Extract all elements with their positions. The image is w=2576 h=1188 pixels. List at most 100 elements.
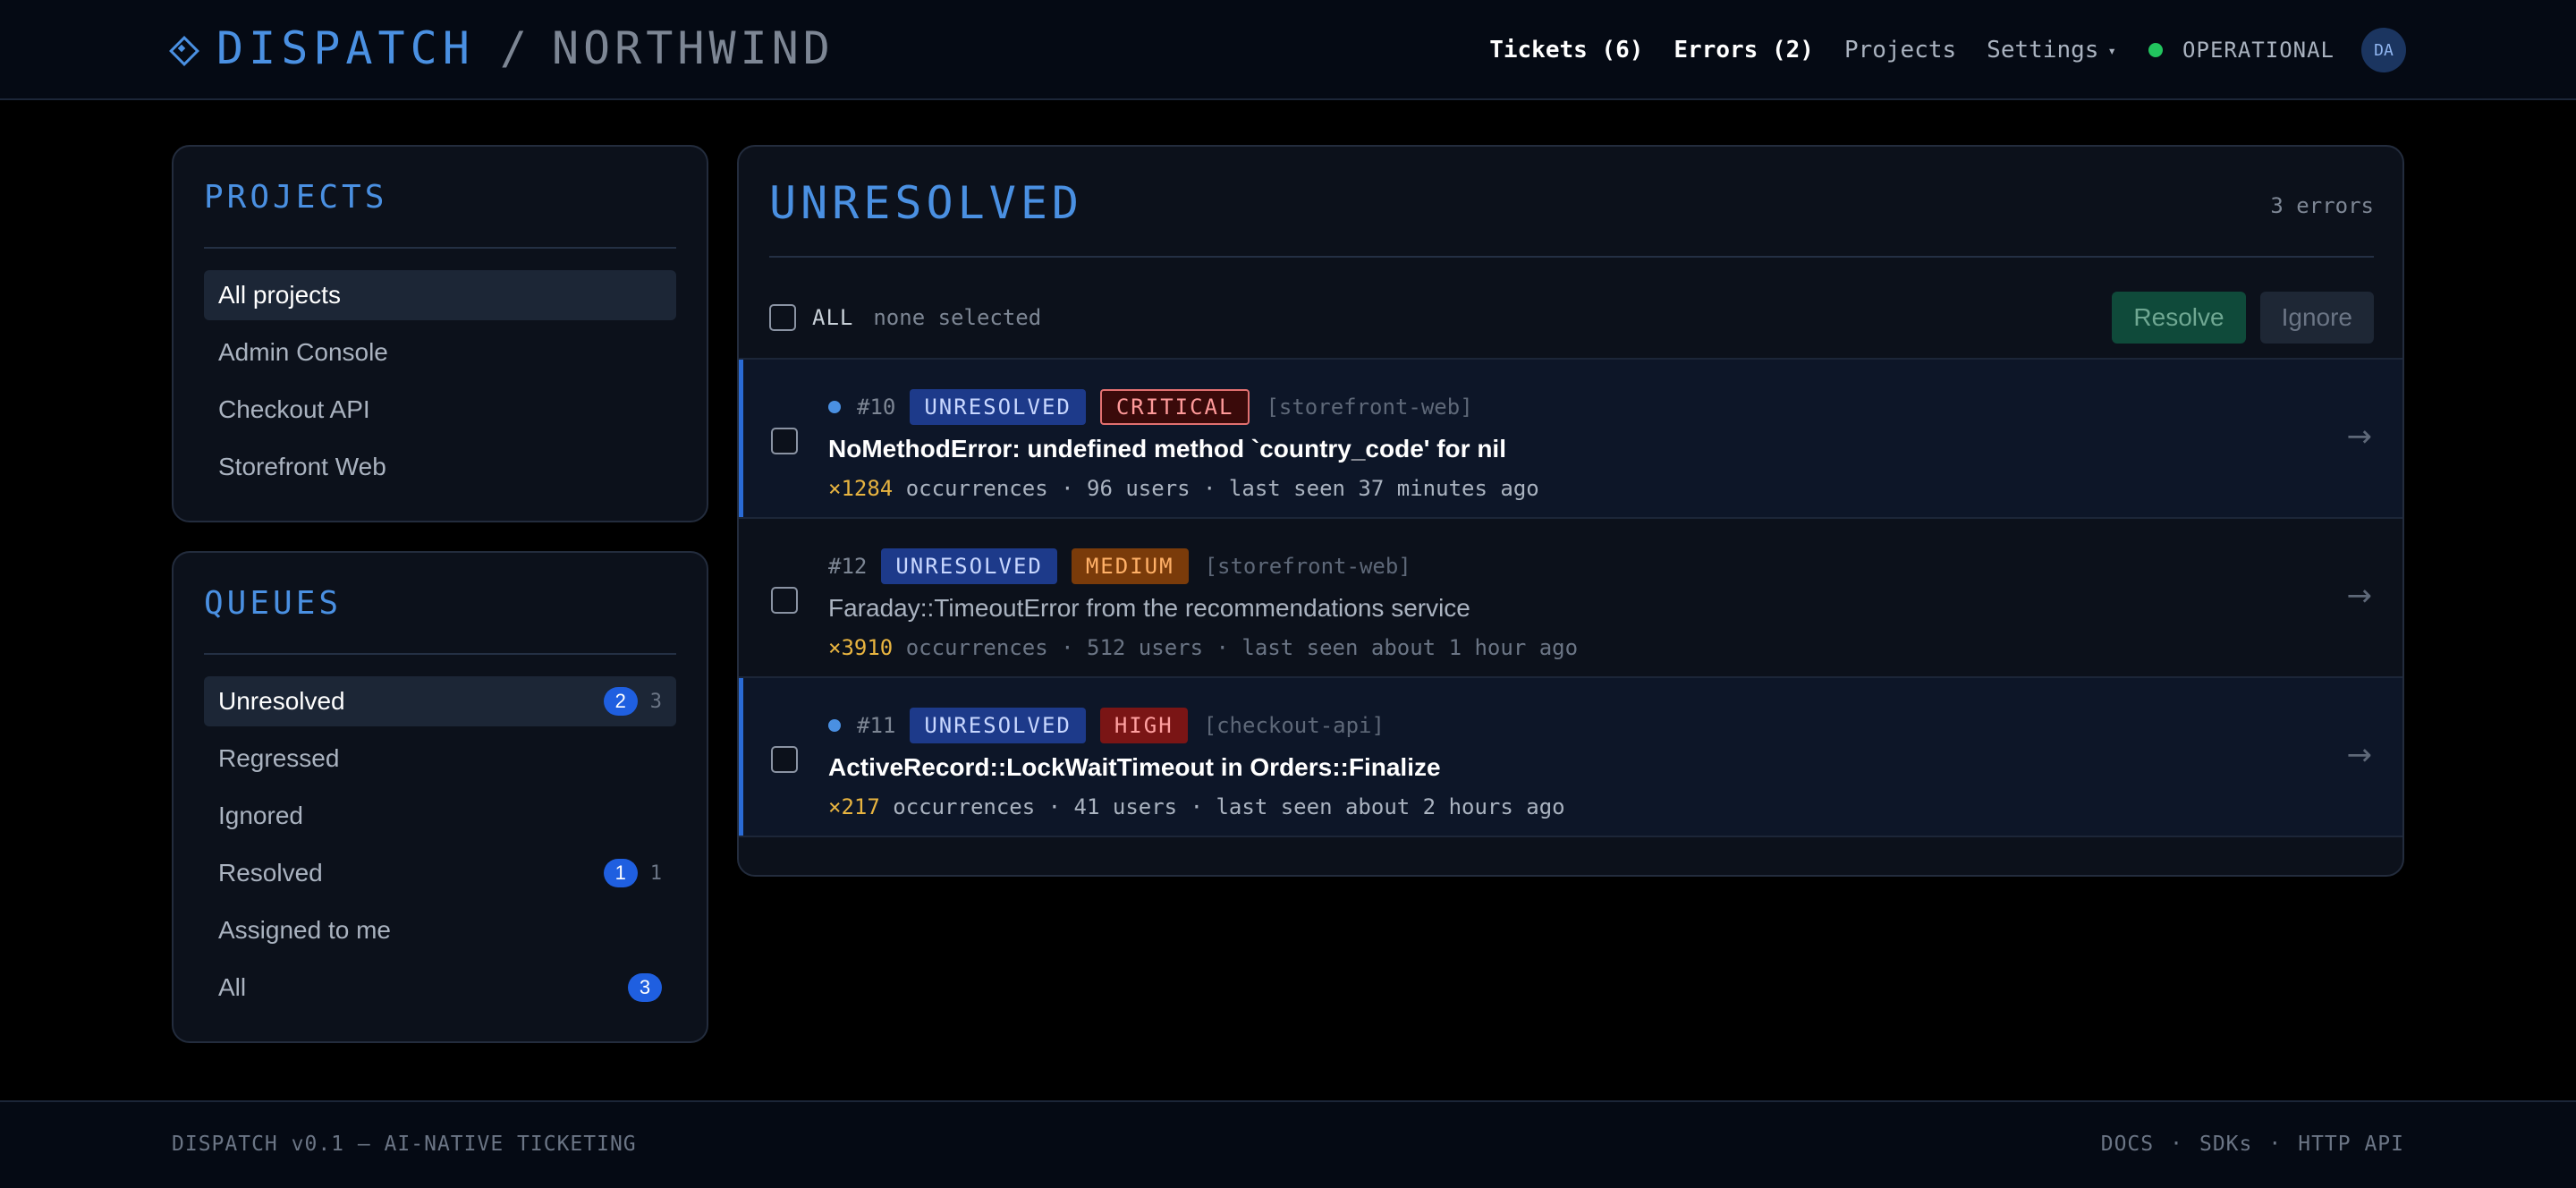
occurrence-count: ×217 bbox=[828, 794, 880, 819]
footer-links: DOCS · SDKs · HTTP API bbox=[2101, 1133, 2404, 1156]
queue-item-all[interactable]: All 3 bbox=[204, 963, 676, 1013]
unread-badge: 2 bbox=[603, 687, 638, 716]
brand-name: DISPATCH bbox=[216, 22, 475, 74]
queues-title: QUEUES bbox=[204, 585, 343, 622]
error-stats: ×1284 occurrences · 96 users · last seen… bbox=[828, 476, 1539, 501]
footer-separator: · bbox=[2268, 1133, 2283, 1156]
footer-link-docs[interactable]: DOCS bbox=[2101, 1133, 2154, 1156]
brand-separator: / bbox=[499, 22, 527, 74]
queue-count: 1 bbox=[649, 861, 662, 885]
nav-settings-label: Settings bbox=[1987, 37, 2099, 64]
error-row[interactable]: #10 UNRESOLVED CRITICAL [storefront-web]… bbox=[739, 360, 2402, 519]
nav-tickets[interactable]: Tickets (6) bbox=[1489, 37, 1643, 64]
severity-badge: MEDIUM bbox=[1071, 548, 1189, 584]
error-stats: ×3910 occurrences · 512 users · last see… bbox=[828, 635, 1578, 660]
error-meta: #12 UNRESOLVED MEDIUM [storefront-web] bbox=[828, 547, 1411, 585]
queue-item-assigned-to-me[interactable]: Assigned to me bbox=[204, 905, 676, 955]
divider bbox=[204, 653, 676, 655]
error-count: 3 errors bbox=[2270, 193, 2374, 218]
unread-accent-bar bbox=[739, 360, 743, 517]
nav-settings[interactable]: Settings ▾ bbox=[1987, 37, 2116, 64]
occurrence-count: ×1284 bbox=[828, 476, 894, 501]
project-tag: [storefront-web] bbox=[1266, 395, 1473, 420]
project-item-all[interactable]: All projects bbox=[204, 270, 676, 320]
footer-link-http-api[interactable]: HTTP API bbox=[2298, 1133, 2404, 1156]
error-stats-text: occurrences · 41 users · last seen about… bbox=[893, 794, 1565, 819]
projects-panel: PROJECTS All projects Admin Console Chec… bbox=[172, 145, 708, 522]
error-row[interactable]: #12 UNRESOLVED MEDIUM [storefront-web] F… bbox=[739, 519, 2402, 678]
top-bar: DISPATCH / NORTHWIND Tickets (6) Errors … bbox=[0, 0, 2576, 100]
status-badge: UNRESOLVED bbox=[910, 708, 1086, 743]
error-title[interactable]: Faraday::TimeoutError from the recommend… bbox=[828, 594, 1470, 623]
status-badge: UNRESOLVED bbox=[910, 389, 1086, 425]
divider bbox=[204, 247, 676, 249]
queue-label: Unresolved bbox=[218, 687, 345, 715]
footer: DISPATCH v0.1 — AI-NATIVE TICKETING DOCS… bbox=[0, 1100, 2576, 1188]
severity-badge: HIGH bbox=[1099, 708, 1188, 743]
project-label: Admin Console bbox=[218, 338, 388, 366]
project-label: Checkout API bbox=[218, 395, 370, 423]
org-name: NORTHWIND bbox=[551, 22, 835, 74]
queue-label: Resolved bbox=[218, 859, 323, 887]
queue-item-resolved[interactable]: Resolved 1 1 bbox=[204, 848, 676, 898]
arrow-right-icon[interactable]: → bbox=[2347, 737, 2373, 773]
select-all-label[interactable]: ALL bbox=[812, 305, 853, 330]
page-title: UNRESOLVED bbox=[769, 177, 1084, 229]
chevron-down-icon: ▾ bbox=[2107, 42, 2117, 59]
queue-item-unresolved[interactable]: Unresolved 2 3 bbox=[204, 676, 676, 726]
error-number: #10 bbox=[857, 395, 896, 420]
projects-list: All projects Admin Console Checkout API … bbox=[204, 270, 676, 499]
error-stats: ×217 occurrences · 41 users · last seen … bbox=[828, 794, 1565, 819]
arrow-right-icon[interactable]: → bbox=[2347, 578, 2373, 614]
project-item-admin-console[interactable]: Admin Console bbox=[204, 327, 676, 378]
error-row[interactable]: #11 UNRESOLVED HIGH [checkout-api] Activ… bbox=[739, 678, 2402, 837]
selection-status: none selected bbox=[873, 305, 1042, 330]
resolve-button[interactable]: Resolve bbox=[2112, 292, 2246, 344]
project-tag: [checkout-api] bbox=[1203, 713, 1385, 738]
severity-badge: CRITICAL bbox=[1099, 389, 1250, 425]
unread-dot-icon bbox=[828, 401, 841, 413]
project-label: Storefront Web bbox=[218, 453, 386, 480]
bulk-toolbar: ALL none selected Resolve Ignore bbox=[769, 292, 2374, 344]
brand[interactable]: DISPATCH / NORTHWIND bbox=[170, 20, 835, 77]
footer-link-sdks[interactable]: SDKs bbox=[2199, 1133, 2252, 1156]
error-list: #10 UNRESOLVED CRITICAL [storefront-web]… bbox=[739, 358, 2402, 837]
arrow-right-icon[interactable]: → bbox=[2347, 419, 2373, 454]
queue-item-ignored[interactable]: Ignored bbox=[204, 791, 676, 841]
divider bbox=[769, 256, 2374, 258]
error-meta: #10 UNRESOLVED CRITICAL [storefront-web] bbox=[828, 388, 1473, 426]
nav-projects[interactable]: Projects bbox=[1844, 37, 1956, 64]
user-avatar[interactable]: DA bbox=[2361, 28, 2406, 72]
error-stats-text: occurrences · 512 users · last seen abou… bbox=[905, 635, 1579, 660]
row-checkbox[interactable] bbox=[771, 746, 798, 773]
queue-label: Assigned to me bbox=[218, 916, 391, 944]
project-tag: [storefront-web] bbox=[1204, 554, 1411, 579]
queue-item-regressed[interactable]: Regressed bbox=[204, 734, 676, 784]
errors-panel: UNRESOLVED 3 errors ALL none selected Re… bbox=[737, 145, 2404, 877]
queue-label: Regressed bbox=[218, 744, 340, 772]
ignore-button[interactable]: Ignore bbox=[2259, 292, 2374, 344]
project-item-checkout-api[interactable]: Checkout API bbox=[204, 385, 676, 435]
error-meta: #11 UNRESOLVED HIGH [checkout-api] bbox=[828, 707, 1385, 744]
queues-panel: QUEUES Unresolved 2 3 Regressed Ignored … bbox=[172, 551, 708, 1043]
status-badge: UNRESOLVED bbox=[881, 548, 1057, 584]
footer-tagline: DISPATCH v0.1 — AI-NATIVE TICKETING bbox=[172, 1133, 637, 1156]
error-stats-text: occurrences · 96 users · last seen 37 mi… bbox=[905, 476, 1539, 501]
footer-separator: · bbox=[2170, 1133, 2183, 1156]
queue-count: 3 bbox=[649, 690, 662, 713]
project-label: All projects bbox=[218, 281, 341, 309]
row-checkbox[interactable] bbox=[771, 428, 798, 454]
row-checkbox[interactable] bbox=[771, 587, 798, 614]
unread-dot-icon bbox=[828, 719, 841, 732]
select-all-checkbox[interactable] bbox=[769, 304, 796, 331]
project-item-storefront-web[interactable]: Storefront Web bbox=[204, 442, 676, 492]
projects-title: PROJECTS bbox=[204, 179, 388, 216]
error-title[interactable]: ActiveRecord::LockWaitTimeout in Orders:… bbox=[828, 753, 1441, 782]
occurrence-count: ×3910 bbox=[828, 635, 894, 660]
main-nav: Tickets (6) Errors (2) Projects Settings… bbox=[1459, 25, 2406, 75]
nav-errors[interactable]: Errors (2) bbox=[1674, 37, 1814, 64]
error-title[interactable]: NoMethodError: undefined method `country… bbox=[828, 435, 1506, 463]
error-number: #11 bbox=[857, 713, 896, 738]
unread-accent-bar bbox=[739, 678, 743, 836]
unread-badge: 3 bbox=[628, 973, 662, 1002]
